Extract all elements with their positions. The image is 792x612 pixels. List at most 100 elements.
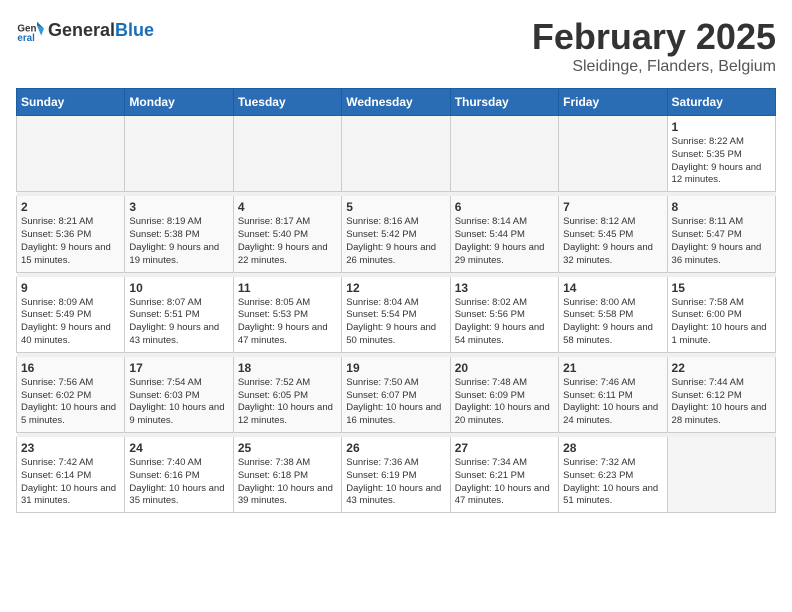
day-number: 28 [563,441,662,455]
table-row: 2 Sunrise: 8:21 AM Sunset: 5:36 PM Daylig… [17,196,125,272]
col-friday: Friday [559,89,667,116]
month-title: February 2025 [532,16,776,58]
day-number: 21 [563,361,662,375]
location-title: Sleidinge, Flanders, Belgium [532,58,776,76]
day-number: 17 [129,361,228,375]
logo-general-text: General [48,20,115,41]
day-number: 7 [563,200,662,214]
table-row [125,116,233,192]
day-number: 24 [129,441,228,455]
day-number: 27 [455,441,554,455]
header: Gen eral GeneralBlue February 2025 Sleid… [16,16,776,76]
table-row: 26 Sunrise: 7:36 AM Sunset: 6:19 PM Dayli… [342,437,450,513]
calendar-week-row: 16 Sunrise: 7:56 AM Sunset: 6:02 PM Dayli… [17,356,776,432]
table-row [667,437,775,513]
logo: Gen eral GeneralBlue [16,16,154,44]
day-number: 9 [21,281,120,295]
day-number: 3 [129,200,228,214]
table-row: 13 Sunrise: 8:02 AM Sunset: 5:56 PM Dayli… [450,276,558,352]
calendar-week-row: 9 Sunrise: 8:09 AM Sunset: 5:49 PM Daylig… [17,276,776,352]
day-info: Sunrise: 7:58 AM Sunset: 6:00 PM Dayligh… [672,297,771,348]
col-saturday: Saturday [667,89,775,116]
day-number: 22 [672,361,771,375]
table-row: 8Sunrise: 8:11 AM Sunset: 5:47 PM Daylig… [667,196,775,272]
day-info: Sunrise: 8:14 AM Sunset: 5:44 PM Dayligh… [455,216,554,267]
logo-blue-text: Blue [115,20,154,41]
calendar-week-row: 23 Sunrise: 7:42 AM Sunset: 6:14 PM Dayli… [17,437,776,513]
table-row: 6 Sunrise: 8:14 AM Sunset: 5:44 PM Daylig… [450,196,558,272]
day-info: Sunrise: 8:19 AM Sunset: 5:38 PM Dayligh… [129,216,228,267]
table-row: 25 Sunrise: 7:38 AM Sunset: 6:18 PM Dayli… [233,437,341,513]
day-info: Sunrise: 7:48 AM Sunset: 6:09 PM Dayligh… [455,377,554,428]
day-info: Sunrise: 7:36 AM Sunset: 6:19 PM Dayligh… [346,457,445,508]
table-row: 11 Sunrise: 8:05 AM Sunset: 5:53 PM Dayli… [233,276,341,352]
day-info: Sunrise: 7:44 AM Sunset: 6:12 PM Dayligh… [672,377,771,428]
table-row: 18 Sunrise: 7:52 AM Sunset: 6:05 PM Dayli… [233,356,341,432]
day-number: 20 [455,361,554,375]
table-row: 7 Sunrise: 8:12 AM Sunset: 5:45 PM Daylig… [559,196,667,272]
day-info: Sunrise: 8:05 AM Sunset: 5:53 PM Dayligh… [238,297,337,348]
day-info: Sunrise: 8:00 AM Sunset: 5:58 PM Dayligh… [563,297,662,348]
table-row: 22 Sunrise: 7:44 AM Sunset: 6:12 PM Dayli… [667,356,775,432]
day-number: 8 [672,200,771,214]
day-number: 15 [672,281,771,295]
table-row: 20 Sunrise: 7:48 AM Sunset: 6:09 PM Dayli… [450,356,558,432]
table-row: 17 Sunrise: 7:54 AM Sunset: 6:03 PM Dayli… [125,356,233,432]
day-number: 2 [21,200,120,214]
table-row: 16 Sunrise: 7:56 AM Sunset: 6:02 PM Dayli… [17,356,125,432]
day-number: 16 [21,361,120,375]
table-row: 27 Sunrise: 7:34 AM Sunset: 6:21 PM Dayli… [450,437,558,513]
day-number: 23 [21,441,120,455]
day-info: Sunrise: 7:34 AM Sunset: 6:21 PM Dayligh… [455,457,554,508]
table-row [450,116,558,192]
day-info: Sunrise: 7:52 AM Sunset: 6:05 PM Dayligh… [238,377,337,428]
calendar-table: Sunday Monday Tuesday Wednesday Thursday… [16,88,776,513]
col-sunday: Sunday [17,89,125,116]
day-number: 26 [346,441,445,455]
day-info: Sunrise: 8:09 AM Sunset: 5:49 PM Dayligh… [21,297,120,348]
table-row: 12 Sunrise: 8:04 AM Sunset: 5:54 PM Dayli… [342,276,450,352]
day-info: Sunrise: 8:21 AM Sunset: 5:36 PM Dayligh… [21,216,120,267]
day-info: Sunrise: 8:22 AM Sunset: 5:35 PM Dayligh… [672,136,771,187]
day-info: Sunrise: 8:07 AM Sunset: 5:51 PM Dayligh… [129,297,228,348]
table-row [233,116,341,192]
day-info: Sunrise: 7:54 AM Sunset: 6:03 PM Dayligh… [129,377,228,428]
day-number: 19 [346,361,445,375]
table-row: 14Sunrise: 8:00 AM Sunset: 5:58 PM Dayli… [559,276,667,352]
day-info: Sunrise: 7:56 AM Sunset: 6:02 PM Dayligh… [21,377,120,428]
day-number: 10 [129,281,228,295]
table-row: 3 Sunrise: 8:19 AM Sunset: 5:38 PM Daylig… [125,196,233,272]
day-number: 12 [346,281,445,295]
table-row: 1 Sunrise: 8:22 AM Sunset: 5:35 PM Daylig… [667,116,775,192]
table-row: 28Sunrise: 7:32 AM Sunset: 6:23 PM Dayli… [559,437,667,513]
svg-text:eral: eral [17,33,35,44]
day-number: 1 [672,120,771,134]
day-number: 18 [238,361,337,375]
calendar-header-row: Sunday Monday Tuesday Wednesday Thursday… [17,89,776,116]
table-row: 9 Sunrise: 8:09 AM Sunset: 5:49 PM Daylig… [17,276,125,352]
table-row: 21 Sunrise: 7:46 AM Sunset: 6:11 PM Dayli… [559,356,667,432]
day-info: Sunrise: 8:02 AM Sunset: 5:56 PM Dayligh… [455,297,554,348]
table-row: 10 Sunrise: 8:07 AM Sunset: 5:51 PM Dayli… [125,276,233,352]
table-row [342,116,450,192]
day-info: Sunrise: 7:42 AM Sunset: 6:14 PM Dayligh… [21,457,120,508]
title-area: February 2025 Sleidinge, Flanders, Belgi… [532,16,776,76]
day-info: Sunrise: 7:38 AM Sunset: 6:18 PM Dayligh… [238,457,337,508]
day-number: 6 [455,200,554,214]
day-number: 25 [238,441,337,455]
day-info: Sunrise: 7:46 AM Sunset: 6:11 PM Dayligh… [563,377,662,428]
table-row: 19 Sunrise: 7:50 AM Sunset: 6:07 PM Dayli… [342,356,450,432]
col-thursday: Thursday [450,89,558,116]
day-number: 4 [238,200,337,214]
day-number: 11 [238,281,337,295]
day-info: Sunrise: 7:50 AM Sunset: 6:07 PM Dayligh… [346,377,445,428]
table-row: 24Sunrise: 7:40 AM Sunset: 6:16 PM Dayli… [125,437,233,513]
col-wednesday: Wednesday [342,89,450,116]
table-row: 15 Sunrise: 7:58 AM Sunset: 6:00 PM Dayli… [667,276,775,352]
day-info: Sunrise: 8:16 AM Sunset: 5:42 PM Dayligh… [346,216,445,267]
day-number: 13 [455,281,554,295]
table-row: 23 Sunrise: 7:42 AM Sunset: 6:14 PM Dayli… [17,437,125,513]
day-info: Sunrise: 8:04 AM Sunset: 5:54 PM Dayligh… [346,297,445,348]
day-info: Sunrise: 8:12 AM Sunset: 5:45 PM Dayligh… [563,216,662,267]
calendar-week-row: 2 Sunrise: 8:21 AM Sunset: 5:36 PM Daylig… [17,196,776,272]
